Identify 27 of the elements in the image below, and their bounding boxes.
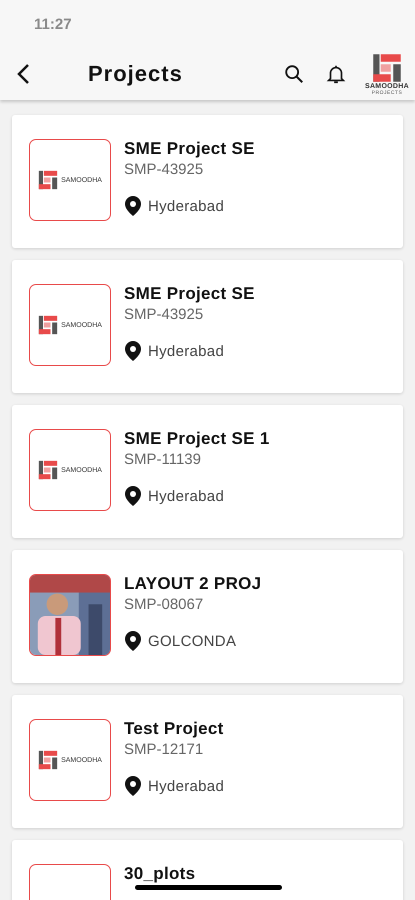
project-code: SMP-12171 bbox=[124, 741, 204, 758]
project-location: Hyderabad bbox=[148, 488, 224, 504]
location-pin-icon bbox=[124, 195, 142, 217]
project-name: Test Project bbox=[124, 719, 224, 739]
project-code: SMP-11139 bbox=[124, 451, 202, 468]
project-code: SMP-08067 bbox=[124, 596, 204, 613]
project-name: SME Project SE 1 bbox=[124, 429, 270, 449]
project-name: SME Project SE bbox=[124, 284, 255, 304]
project-card[interactable]: 30_plots bbox=[12, 840, 403, 900]
project-name: 30_plots bbox=[124, 864, 196, 884]
project-name: SME Project SE bbox=[124, 139, 255, 159]
project-location: Hyderabad bbox=[148, 342, 224, 360]
project-card[interactable]: LAYOUT 2 PROJ SMP-08067 GOLCONDA bbox=[12, 550, 403, 683]
search-icon bbox=[282, 63, 305, 85]
project-location: Hyderabad bbox=[148, 778, 224, 794]
logo-icon bbox=[372, 52, 402, 82]
project-name: LAYOUT 2 PROJ bbox=[124, 574, 262, 594]
page-title: Projects bbox=[88, 61, 184, 87]
project-location: GOLCONDA bbox=[148, 632, 236, 650]
location-pin-icon bbox=[124, 485, 142, 507]
location-pin-icon bbox=[124, 775, 142, 797]
status-time: 11:27 bbox=[34, 16, 72, 32]
project-code: SMP-43925 bbox=[124, 161, 204, 178]
location-pin-icon bbox=[124, 630, 142, 652]
project-code: SMP-43925 bbox=[124, 306, 204, 323]
project-location: Hyderabad bbox=[148, 198, 224, 214]
location-pin-icon bbox=[124, 340, 142, 362]
